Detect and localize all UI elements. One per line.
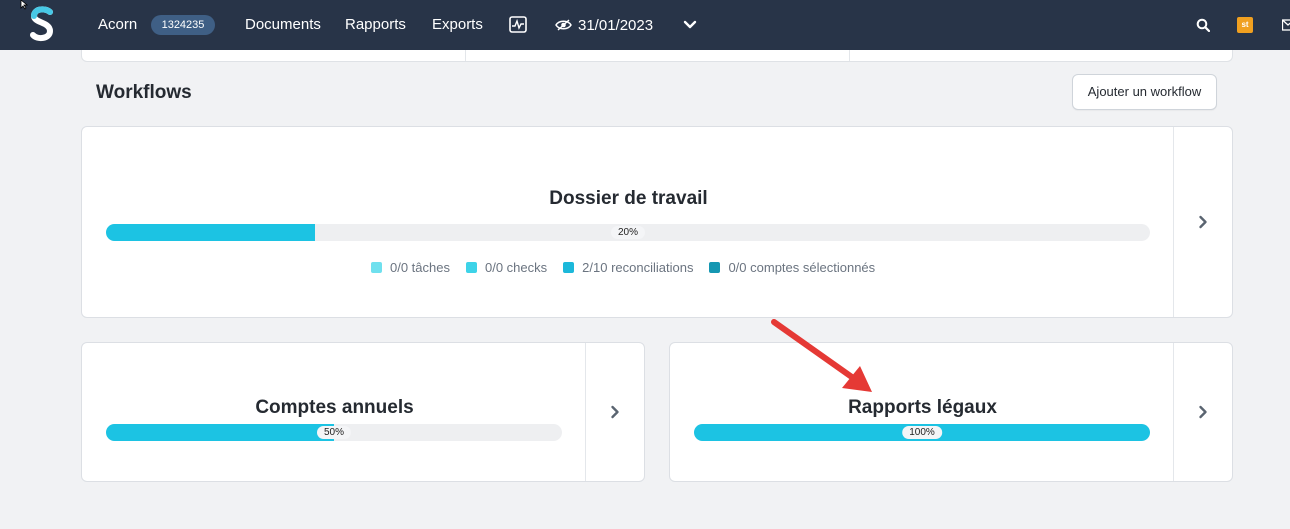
- eye-slash-icon: [555, 19, 572, 31]
- legend-swatch: [371, 261, 382, 273]
- legend-swatch: [709, 261, 721, 273]
- app-logo-icon[interactable]: [26, 4, 58, 44]
- previous-card-bottom: [81, 50, 1233, 62]
- legend-swatch: [466, 261, 477, 273]
- legend-label: 2/10 reconciliations: [582, 259, 694, 275]
- workflow-legend: 0/0 tâches 0/0 checks 2/10 reconciliatio…: [371, 259, 891, 275]
- period-date: 31/01/2023: [578, 16, 654, 34]
- legend-item-checks: 0/0 checks: [466, 260, 547, 275]
- legend-label: 0/0 checks: [485, 259, 548, 275]
- chevron-right-icon: [611, 405, 619, 419]
- legend-item-reconciliations: 2/10 reconciliations: [563, 260, 693, 275]
- legend-label: 0/0 tâches: [390, 259, 450, 275]
- company-id-badge: 1324235: [151, 15, 215, 35]
- open-workflow-button[interactable]: [585, 343, 644, 481]
- legend-swatch: [563, 261, 575, 273]
- workflow-card-comptes-annuels[interactable]: Comptes annuels 50%: [81, 342, 645, 482]
- legend-item-comptes: 0/0 comptes sélectionnés: [709, 260, 875, 275]
- progress-label: 100%: [902, 426, 942, 439]
- workflow-card-dossier-de-travail[interactable]: Dossier de travail 20%: [81, 126, 1233, 318]
- workflow-progress-bar: 100%: [694, 424, 1150, 441]
- chevron-right-icon: [1199, 405, 1207, 419]
- workflow-title: Rapports légaux: [848, 397, 997, 418]
- nav-exports[interactable]: Exports: [432, 16, 483, 34]
- progress-fill: [106, 224, 315, 241]
- chevron-right-icon: [1199, 215, 1207, 229]
- mail-icon[interactable]: [1282, 19, 1290, 31]
- annotation-arrow-icon: [771, 319, 872, 392]
- workflow-card-rapports-legaux[interactable]: Rapports légaux 100%: [669, 342, 1233, 482]
- activity-chart-icon[interactable]: [509, 16, 527, 33]
- legend-label: 0/0 comptes sélectionnés: [728, 259, 876, 275]
- progress-label: 50%: [316, 426, 352, 439]
- section-title: Workflows: [96, 82, 192, 103]
- progress-fill: [106, 424, 334, 441]
- nav-rapports[interactable]: Rapports: [345, 16, 406, 34]
- workflow-progress-bar: 20%: [106, 224, 1150, 241]
- open-workflow-button[interactable]: [1173, 343, 1232, 481]
- chevron-down-icon[interactable]: [683, 20, 697, 30]
- workflow-title: Dossier de travail: [549, 188, 708, 209]
- user-badge[interactable]: st: [1237, 17, 1253, 33]
- company-name-link[interactable]: Acorn: [98, 16, 137, 34]
- top-navigation-bar: Acorn 1324235 Documents Rapports Exports…: [0, 0, 1290, 50]
- workflow-title: Comptes annuels: [255, 397, 414, 418]
- period-selector[interactable]: 31/01/2023: [555, 16, 653, 34]
- search-icon[interactable]: [1196, 18, 1210, 32]
- legend-item-taches: 0/0 tâches: [371, 260, 450, 275]
- nav-documents[interactable]: Documents: [245, 16, 321, 34]
- progress-label: 20%: [610, 226, 646, 239]
- workflow-progress-bar: 50%: [106, 424, 562, 441]
- add-workflow-button[interactable]: Ajouter un workflow: [1072, 74, 1217, 110]
- open-workflow-button[interactable]: [1173, 127, 1232, 317]
